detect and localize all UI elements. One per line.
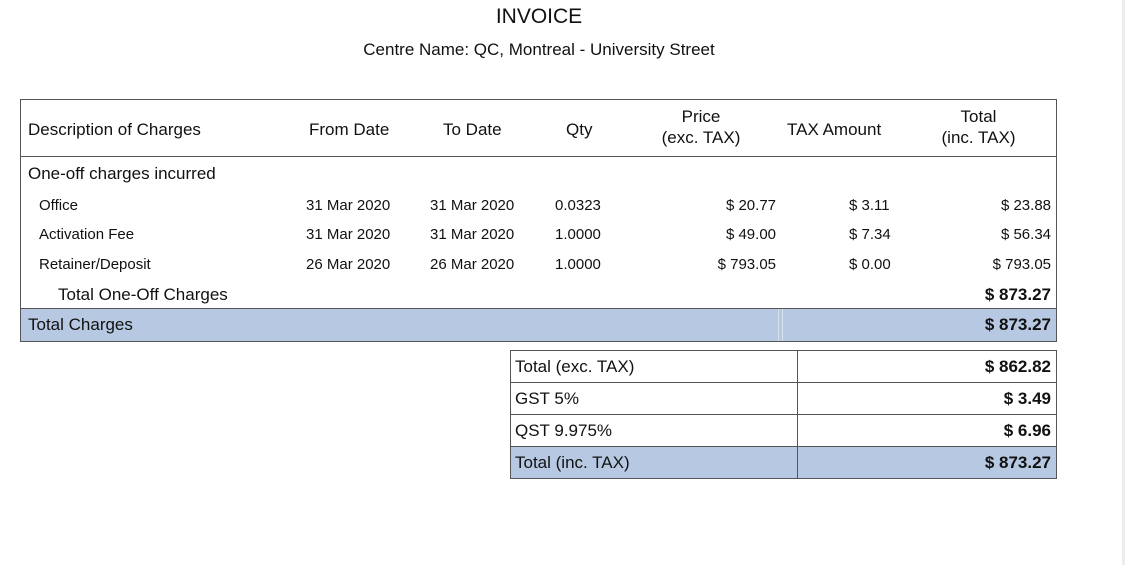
summary-column-divider (797, 351, 798, 478)
row-to-date: 31 Mar 2020 (430, 197, 515, 214)
row-to-date: 31 Mar 2020 (430, 226, 515, 243)
header-price: Price (exc. TAX) (641, 106, 761, 148)
row-total: $ 56.34 (1000, 226, 1051, 243)
header-tax-amount: TAX Amount (787, 120, 882, 139)
charges-table: Description of Charges From Date To Date… (20, 99, 1057, 342)
row-from-date: 26 Mar 2020 (306, 256, 391, 273)
subtotal-amount: $ 873.27 (984, 285, 1051, 304)
tax-summary-table: Total (exc. TAX) $ 862.82 GST 5% $ 3.49 … (510, 350, 1057, 479)
section-label: One-off charges incurred (28, 164, 216, 183)
row-tax: $ 0.00 (849, 256, 891, 273)
row-description: Retainer/Deposit (39, 256, 151, 273)
total-charges-row: Total Charges $ 873.27 (21, 309, 1056, 341)
subtotal-label: Total One-Off Charges (58, 285, 228, 304)
header-total-line1: Total (960, 107, 997, 126)
row-qty: 1.0000 (555, 226, 601, 243)
header-from-date: From Date (309, 120, 390, 139)
row-qty: 1.0000 (555, 256, 601, 273)
header-divider (21, 156, 1056, 157)
total-charges-label: Total Charges (28, 315, 133, 334)
row-from-date: 31 Mar 2020 (306, 197, 391, 214)
row-price: $ 20.77 (725, 197, 776, 214)
summary-label: Total (inc. TAX) (515, 453, 630, 472)
band-divider (782, 309, 783, 341)
summary-total-row: Total (inc. TAX) $ 873.27 (511, 447, 1056, 478)
total-charges-amount: $ 873.27 (984, 315, 1051, 334)
summary-amount: $ 873.27 (984, 453, 1051, 472)
header-qty: Qty (566, 120, 593, 139)
row-description: Activation Fee (39, 226, 135, 243)
summary-row: Total (exc. TAX) $ 862.82 (511, 351, 1056, 383)
summary-label: GST 5% (515, 389, 579, 408)
summary-label: QST 9.975% (515, 421, 613, 440)
row-to-date: 26 Mar 2020 (430, 256, 515, 273)
header-to-date: To Date (443, 120, 502, 139)
summary-amount: $ 3.49 (1003, 389, 1051, 408)
row-from-date: 31 Mar 2020 (306, 226, 391, 243)
summary-amount: $ 6.96 (1003, 421, 1051, 440)
summary-amount: $ 862.82 (984, 357, 1051, 376)
header-total-line2: (inc. TAX) (941, 128, 1016, 147)
header-total: Total (inc. TAX) (921, 106, 1036, 148)
row-total: $ 793.05 (992, 256, 1051, 273)
invoice-title: INVOICE (495, 5, 583, 28)
band-divider (778, 309, 779, 341)
header-description: Description of Charges (28, 120, 201, 139)
header-price-line2: (exc. TAX) (661, 128, 741, 147)
header-price-line1: Price (681, 107, 721, 126)
row-price: $ 793.05 (717, 256, 776, 273)
row-qty: 0.0323 (555, 197, 601, 214)
centre-name: Centre Name: QC, Montreal - University S… (363, 40, 715, 59)
row-total: $ 23.88 (1000, 197, 1051, 214)
row-description: Office (39, 197, 78, 214)
summary-row: QST 9.975% $ 6.96 (511, 415, 1056, 447)
summary-row: GST 5% $ 3.49 (511, 383, 1056, 415)
row-tax: $ 3.11 (849, 197, 890, 214)
row-price: $ 49.00 (725, 226, 776, 243)
row-tax: $ 7.34 (849, 226, 891, 243)
summary-label: Total (exc. TAX) (515, 357, 635, 376)
